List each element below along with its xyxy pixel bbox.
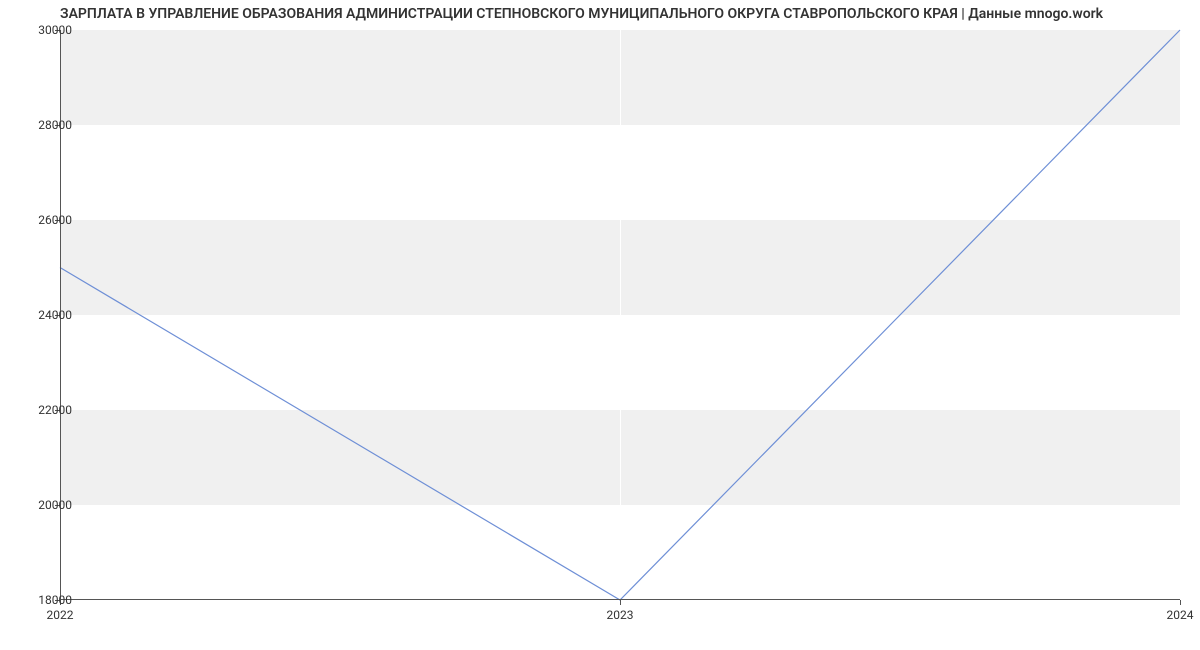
y-tick-label: 18000 <box>22 593 72 607</box>
y-tick-label: 30000 <box>22 23 72 37</box>
x-tick-label: 2024 <box>1167 608 1194 622</box>
y-tick-label: 20000 <box>22 498 72 512</box>
line-series <box>60 30 1180 600</box>
x-tick-mark <box>1180 600 1181 605</box>
x-tick-mark <box>620 600 621 605</box>
x-tick-label: 2022 <box>47 608 74 622</box>
plot-area <box>60 30 1180 600</box>
y-tick-label: 24000 <box>22 308 72 322</box>
chart-title: ЗАРПЛАТА В УПРАВЛЕНИЕ ОБРАЗОВАНИЯ АДМИНИ… <box>60 6 1180 22</box>
x-tick-label: 2023 <box>607 608 634 622</box>
y-tick-label: 26000 <box>22 213 72 227</box>
chart-container: ЗАРПЛАТА В УПРАВЛЕНИЕ ОБРАЗОВАНИЯ АДМИНИ… <box>0 0 1200 650</box>
y-tick-label: 22000 <box>22 403 72 417</box>
y-tick-label: 28000 <box>22 118 72 132</box>
